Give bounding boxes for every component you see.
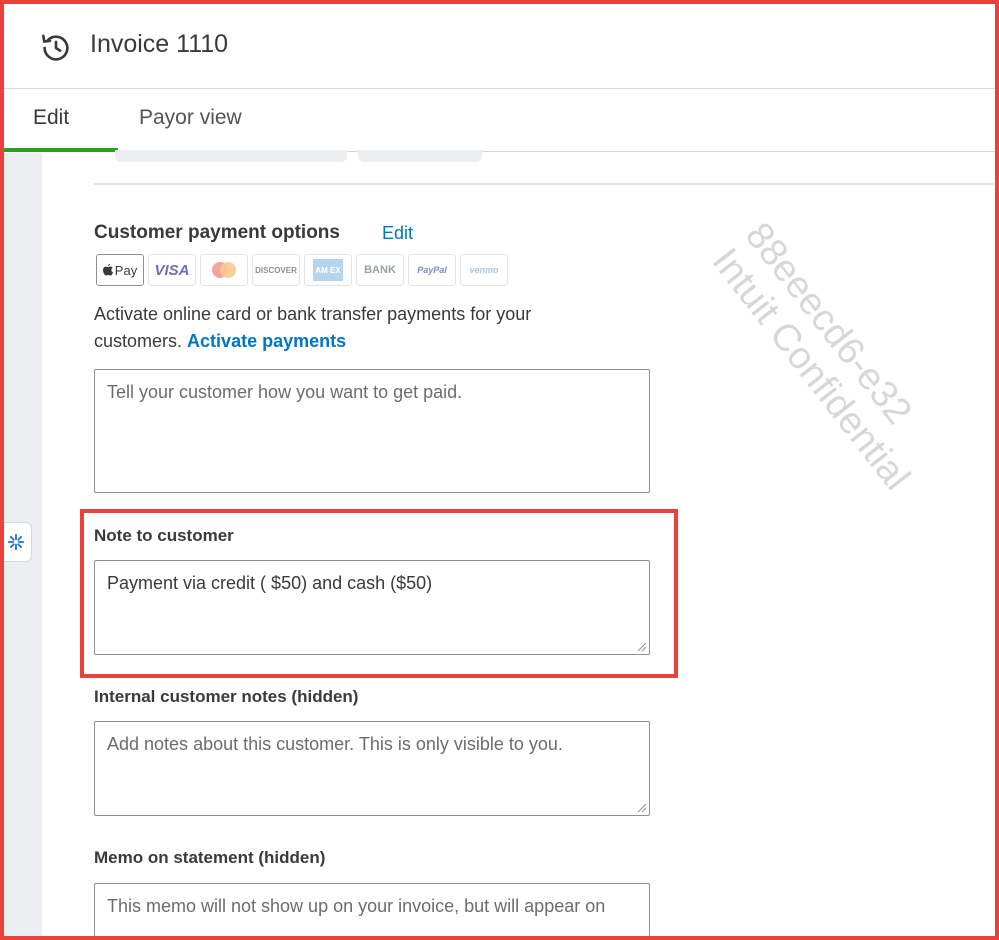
venmo-icon: venmo (460, 254, 508, 286)
discover-icon: DISCOVER (252, 254, 300, 286)
confidential-watermark: 88eeecd6-e32 Intuit Confidential (703, 215, 920, 499)
sparkle-icon (7, 533, 24, 551)
payment-method-icons: Pay VISA DISCOVER AM EX BANK PayPal venm… (96, 254, 508, 286)
scrolled-field-stub (115, 150, 347, 162)
section-divider (94, 183, 994, 185)
apple-pay-icon: Pay (96, 254, 144, 286)
tab-payor-view[interactable]: Payor view (139, 106, 242, 130)
history-icon[interactable] (40, 32, 72, 64)
assistant-button[interactable] (0, 522, 32, 562)
internal-notes-input[interactable]: Add notes about this customer. This is o… (94, 721, 650, 816)
resize-handle-icon[interactable] (637, 642, 647, 652)
payment-options-edit-link[interactable]: Edit (382, 223, 413, 244)
tab-edit[interactable]: Edit (33, 106, 69, 130)
active-tab-indicator (4, 148, 118, 152)
mastercard-icon (200, 254, 248, 286)
note-to-customer-input[interactable]: Payment via credit ( $50) and cash ($50) (94, 560, 650, 655)
memo-label: Memo on statement (hidden) (94, 848, 326, 867)
internal-notes-label: Internal customer notes (hidden) (94, 687, 359, 706)
page-title: Invoice 1110 (90, 30, 229, 58)
paypal-icon: PayPal (408, 254, 456, 286)
resize-handle-icon[interactable] (637, 803, 647, 813)
amex-icon: AM EX (304, 254, 352, 286)
payment-options-title: Customer payment options (94, 222, 340, 243)
note-to-customer-label: Note to customer (94, 526, 234, 545)
page-header: Invoice 1110 (4, 4, 995, 89)
bank-icon: BANK (356, 254, 404, 286)
activate-payments-link[interactable]: Activate payments (187, 331, 346, 351)
activate-payments-text: Activate online card or bank transfer pa… (94, 304, 532, 351)
tab-bar: Edit Payor view (4, 90, 995, 152)
scrolled-field-stub (358, 150, 482, 162)
payment-instructions-input[interactable]: Tell your customer how you want to get p… (94, 369, 650, 493)
memo-input[interactable]: This memo will not show up on your invoi… (94, 883, 650, 940)
visa-icon: VISA (148, 254, 196, 286)
